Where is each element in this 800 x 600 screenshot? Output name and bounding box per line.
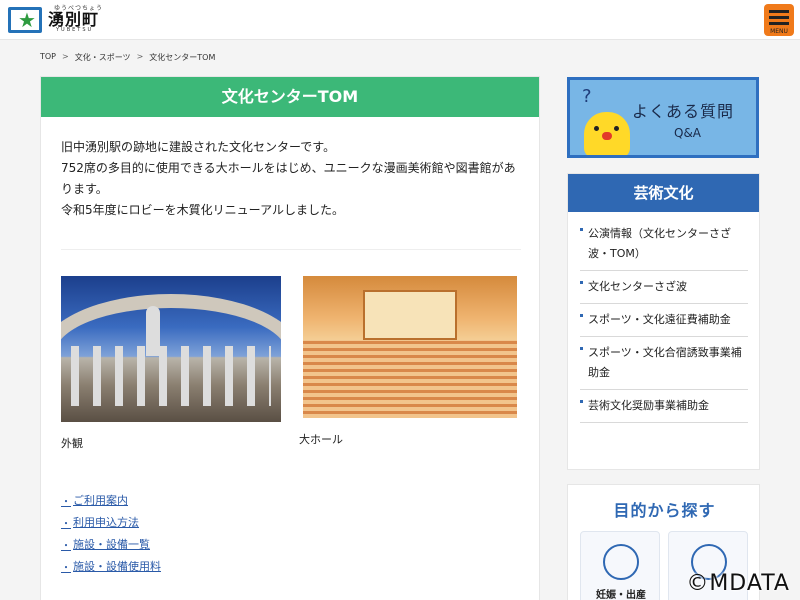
divider <box>61 249 521 250</box>
hall-caption: 大ホール <box>299 433 343 446</box>
category-item-label[interactable]: 文化センターさざ波 <box>588 280 687 293</box>
exterior-photo <box>61 276 281 422</box>
intro-line: ります。 <box>61 182 108 196</box>
category-title: 芸術文化 <box>568 174 759 212</box>
link-facility-fees[interactable]: ・施設・設備使用料 <box>61 555 161 577</box>
category-item-label[interactable]: 公演情報（文化センターさざ波・TOM） <box>588 227 731 260</box>
site-header: ★ ゆうべつちょう 湧別町 YUBETSU MENU <box>0 0 800 40</box>
bullet-icon: ・ <box>61 562 71 574</box>
link-label[interactable]: 施設・設備使用料 <box>73 558 161 574</box>
bullet-icon <box>580 228 583 231</box>
star-icon: ★ <box>18 7 36 32</box>
link-label[interactable]: 施設・設備一覧 <box>73 536 150 552</box>
hall-photo <box>303 276 517 418</box>
faq-title: よくある質問 <box>632 102 735 121</box>
hamburger-icon <box>769 10 789 13</box>
logo-name: 湧別町 <box>48 10 100 29</box>
exterior-caption: 外観 <box>61 437 83 450</box>
breadcrumb-current: 文化センターTOM <box>149 53 216 62</box>
bullet-icon <box>580 400 583 403</box>
intro-line: 旧中湧別駅の跡地に建設された文化センターです。 <box>61 140 336 154</box>
mascot-eye <box>614 126 619 131</box>
link-label[interactable]: ご利用案内 <box>73 492 128 508</box>
mascot-eye <box>594 126 599 131</box>
breadcrumb-separator: > <box>62 52 69 61</box>
category-item-label[interactable]: スポーツ・文化合宿誘致事業補助金 <box>588 346 742 379</box>
bullet-icon: ・ <box>61 540 71 552</box>
category-item-expedition-subsidy[interactable]: スポーツ・文化遠征費補助金 <box>580 304 748 337</box>
intro-text: 旧中湧別駅の跡地に建設された文化センターです。 752席の多目的に使用できる大ホ… <box>61 137 531 221</box>
question-mark-icon: ? <box>582 86 592 107</box>
purpose-card-pregnancy[interactable]: 妊娠・出産 <box>580 531 660 600</box>
link-list: ・ご利用案内 ・利用申込方法 ・施設・設備一覧 ・施設・設備使用料 <box>61 489 161 577</box>
page-title: 文化センターTOM <box>41 77 539 117</box>
breadcrumb: TOP > 文化・スポーツ > 文化センターTOM <box>40 52 215 63</box>
category-menu: 芸術文化 公演情報（文化センターさざ波・TOM） 文化センターさざ波 スポーツ・… <box>567 173 760 470</box>
faq-subtitle: Q&A <box>674 126 702 140</box>
logo-roman: YUBETSU <box>56 27 94 33</box>
purpose-title: 目的から探す <box>613 501 716 520</box>
building-columns <box>71 346 271 406</box>
intro-line: 752席の多目的に使用できる大ホールをはじめ、ユニークな漫画美術館や図書館があ <box>61 161 516 175</box>
hall-stage <box>363 290 457 340</box>
bullet-icon: ・ <box>61 496 71 508</box>
main-content: 文化センターTOM 旧中湧別駅の跡地に建設された文化センターです。 752席の多… <box>40 76 540 600</box>
bullet-icon: ・ <box>61 518 71 530</box>
hamburger-icon-bar <box>769 16 789 19</box>
link-application[interactable]: ・利用申込方法 <box>61 511 161 533</box>
faq-banner[interactable]: ? よくある質問 Q&A <box>567 77 759 158</box>
category-item-sazanami[interactable]: 文化センターさざ波 <box>580 271 748 304</box>
breadcrumb-separator: > <box>136 52 144 61</box>
mascot-beak <box>602 132 612 140</box>
category-item-camp-subsidy[interactable]: スポーツ・文化合宿誘致事業補助金 <box>580 337 748 390</box>
bullet-icon <box>580 347 583 350</box>
breadcrumb-culture-sports[interactable]: 文化・スポーツ <box>75 52 131 63</box>
mascot-chick-icon <box>584 112 630 155</box>
breadcrumb-top[interactable]: TOP <box>40 52 56 63</box>
watermark: ©MDATA <box>686 571 790 596</box>
hamburger-icon-bar <box>769 22 789 25</box>
link-label[interactable]: 利用申込方法 <box>73 514 139 530</box>
bullet-icon <box>580 281 583 284</box>
intro-line: 令和5年度にロビーを木質化リニューアルしました。 <box>61 203 345 217</box>
link-facility-list[interactable]: ・施設・設備一覧 <box>61 533 161 555</box>
category-item-label[interactable]: スポーツ・文化遠征費補助金 <box>588 313 731 326</box>
menu-label: MENU <box>770 28 788 35</box>
bullet-icon <box>580 314 583 317</box>
menu-button[interactable]: MENU <box>764 4 794 36</box>
category-item-label[interactable]: 芸術文化奨励事業補助金 <box>588 399 709 412</box>
logo-mark: ★ <box>8 6 42 33</box>
baby-icon <box>603 544 639 580</box>
hall-seats <box>303 340 517 418</box>
purpose-card-label: 妊娠・出産 <box>596 590 646 600</box>
site-logo[interactable]: ★ ゆうべつちょう 湧別町 YUBETSU <box>8 6 103 33</box>
logo-text: ゆうべつちょう 湧別町 YUBETSU <box>48 6 103 33</box>
link-usage-guide[interactable]: ・ご利用案内 <box>61 489 161 511</box>
category-list: 公演情報（文化センターさざ波・TOM） 文化センターさざ波 スポーツ・文化遠征費… <box>580 218 748 423</box>
category-item-arts-subsidy[interactable]: 芸術文化奨励事業補助金 <box>580 390 748 423</box>
category-item-performances[interactable]: 公演情報（文化センターさざ波・TOM） <box>580 218 748 271</box>
